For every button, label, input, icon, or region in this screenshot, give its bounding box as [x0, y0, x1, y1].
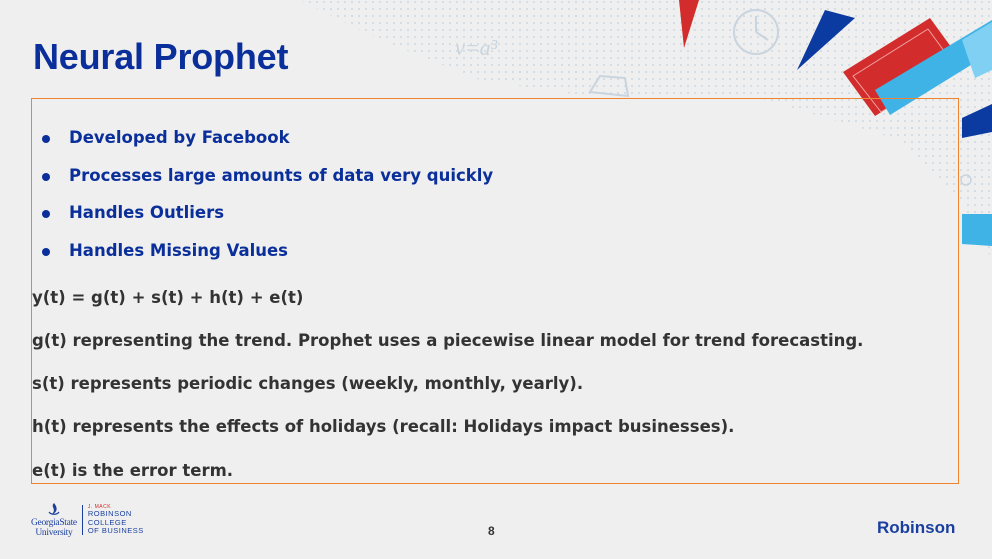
bullet-dot-icon	[42, 247, 50, 256]
robinson-brand: Robinson	[877, 518, 956, 537]
holiday-description: h(t) represents the effects of holidays …	[32, 417, 735, 436]
flame-icon	[48, 503, 60, 515]
error-description: e(t) is the error term.	[32, 461, 234, 480]
formula-line: y(t) = g(t) + s(t) + h(t) + e(t)	[32, 288, 304, 307]
slide-title: Neural Prophet	[33, 36, 289, 77]
college-wordmark: J. MACK ROBINSON COLLEGE OF BUSINESS	[87, 504, 144, 536]
bullet-item: Handles Missing Values	[42, 240, 493, 278]
content-box: Developed by Facebook Processes large am…	[31, 98, 959, 484]
slide: v=a³ Neural Prophet Developed by Faceboo…	[0, 0, 992, 559]
bullet-dot-icon	[42, 172, 50, 181]
trend-description: g(t) representing the trend. Prophet use…	[32, 331, 864, 350]
doodle-formula: v=a³	[455, 35, 498, 60]
bullet-dot-icon	[42, 135, 50, 143]
bullet-item: Developed by Facebook	[42, 127, 493, 165]
cyan-bar-side	[962, 214, 992, 246]
bullet-item: Processes large amounts of data very qui…	[42, 165, 493, 203]
gsu-wordmark: GeorgiaState University	[31, 502, 77, 538]
seasonality-description: s(t) represents periodic changes (weekly…	[32, 374, 584, 393]
page-number: 8	[488, 524, 495, 538]
bullet-dot-icon	[42, 210, 50, 218]
logo-divider	[81, 505, 83, 535]
bullet-list: Developed by Facebook Processes large am…	[42, 127, 493, 277]
bullet-item: Handles Outliers	[42, 202, 493, 240]
gsu-robinson-logo: GeorgiaState University J. MACK ROBINSON…	[31, 502, 144, 538]
